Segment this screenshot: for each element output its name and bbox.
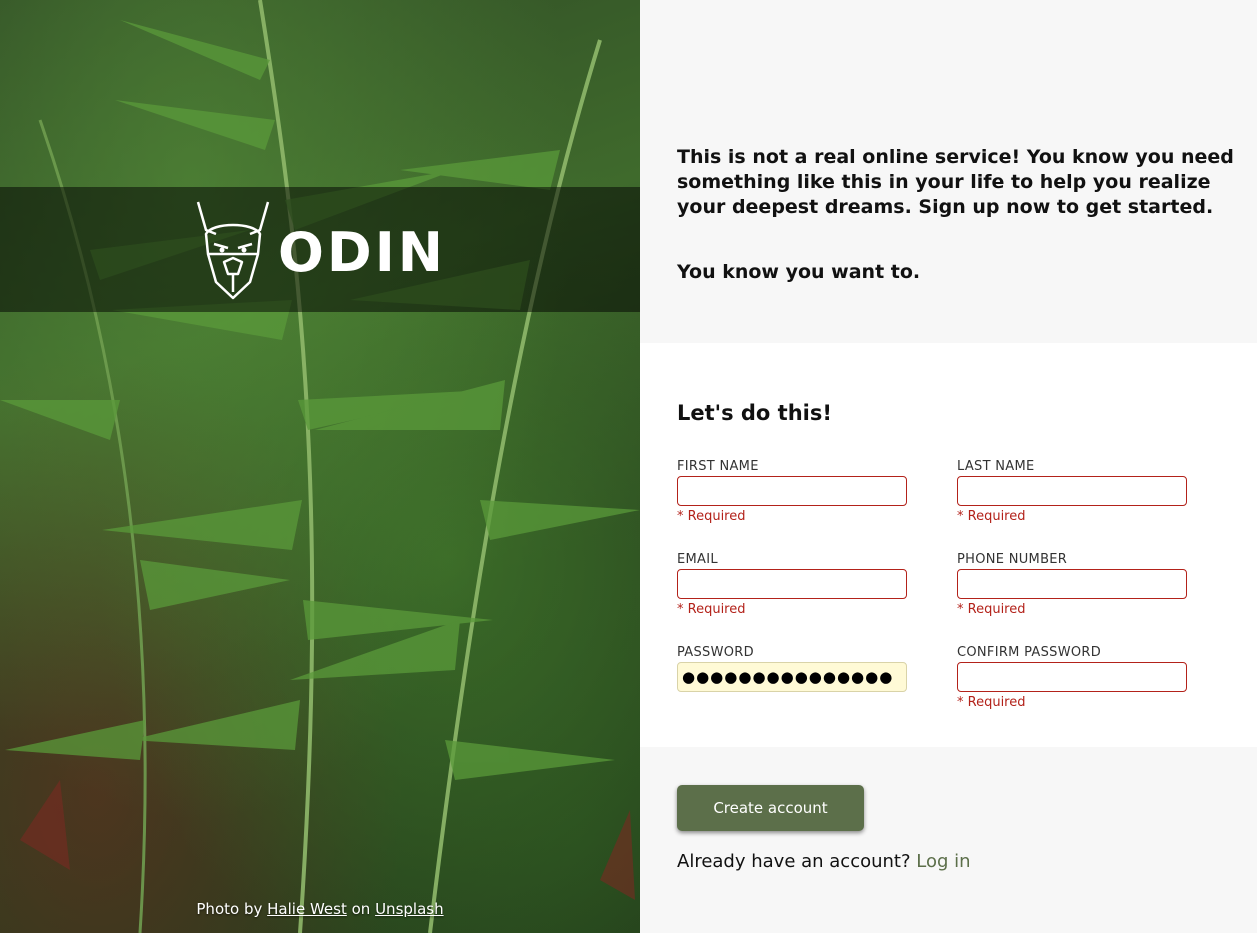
credit-site-link[interactable]: Unsplash [375,900,444,918]
password-field-group: PASSWORD [677,645,957,730]
photo-credit: Photo by Halie West on Unsplash [0,900,640,918]
viking-helmet-icon [196,201,270,299]
form-actions: Create account Already have an account? … [640,747,1257,933]
first-name-required: * Required [677,509,746,524]
odin-logo: ODIN [194,200,446,300]
form-grid: FIRST NAME * Required LAST NAME * Requir… [677,459,1237,730]
phone-required: * Required [957,602,1026,617]
signup-form: Let's do this! FIRST NAME * Required LAS… [640,343,1257,747]
hero-image-panel: ODIN Photo by Halie West on Unsplash [0,0,640,933]
login-prompt: Already have an account? Log in [677,851,1257,872]
last-name-label: LAST NAME [957,459,1035,474]
login-prompt-text: Already have an account? [677,851,911,872]
confirm-password-input[interactable] [957,662,1187,692]
email-input[interactable] [677,569,907,599]
phone-input[interactable] [957,569,1187,599]
last-name-required: * Required [957,509,1026,524]
login-link[interactable]: Log in [916,851,970,872]
first-name-field-group: FIRST NAME * Required [677,459,957,544]
form-heading: Let's do this! [677,401,832,425]
last-name-input[interactable] [957,476,1187,506]
logo-band: ODIN [0,187,640,312]
phone-label: PHONE NUMBER [957,552,1068,567]
fern-background-image [0,0,640,933]
create-account-button[interactable]: Create account [677,785,864,831]
credit-middle: on [351,900,371,918]
signup-side: This is not a real online service! You k… [640,0,1257,933]
confirm-password-field-group: CONFIRM PASSWORD * Required [957,645,1207,730]
first-name-label: FIRST NAME [677,459,759,474]
credit-author-link[interactable]: Halie West [267,900,347,918]
first-name-input[interactable] [677,476,907,506]
intro-tagline: You know you want to. [677,261,921,283]
confirm-password-required: * Required [957,695,1026,710]
intro-section: This is not a real online service! You k… [640,0,1257,343]
password-label: PASSWORD [677,645,754,660]
intro-text: This is not a real online service! You k… [677,146,1234,218]
last-name-field-group: LAST NAME * Required [957,459,1207,544]
email-required: * Required [677,602,746,617]
email-field-group: EMAIL * Required [677,552,957,637]
brand-wordmark: ODIN [277,221,446,284]
confirm-password-label: CONFIRM PASSWORD [957,645,1102,660]
phone-field-group: PHONE NUMBER * Required [957,552,1207,637]
credit-prefix: Photo by [196,900,263,918]
email-label: EMAIL [677,552,718,567]
password-input[interactable] [677,662,907,692]
